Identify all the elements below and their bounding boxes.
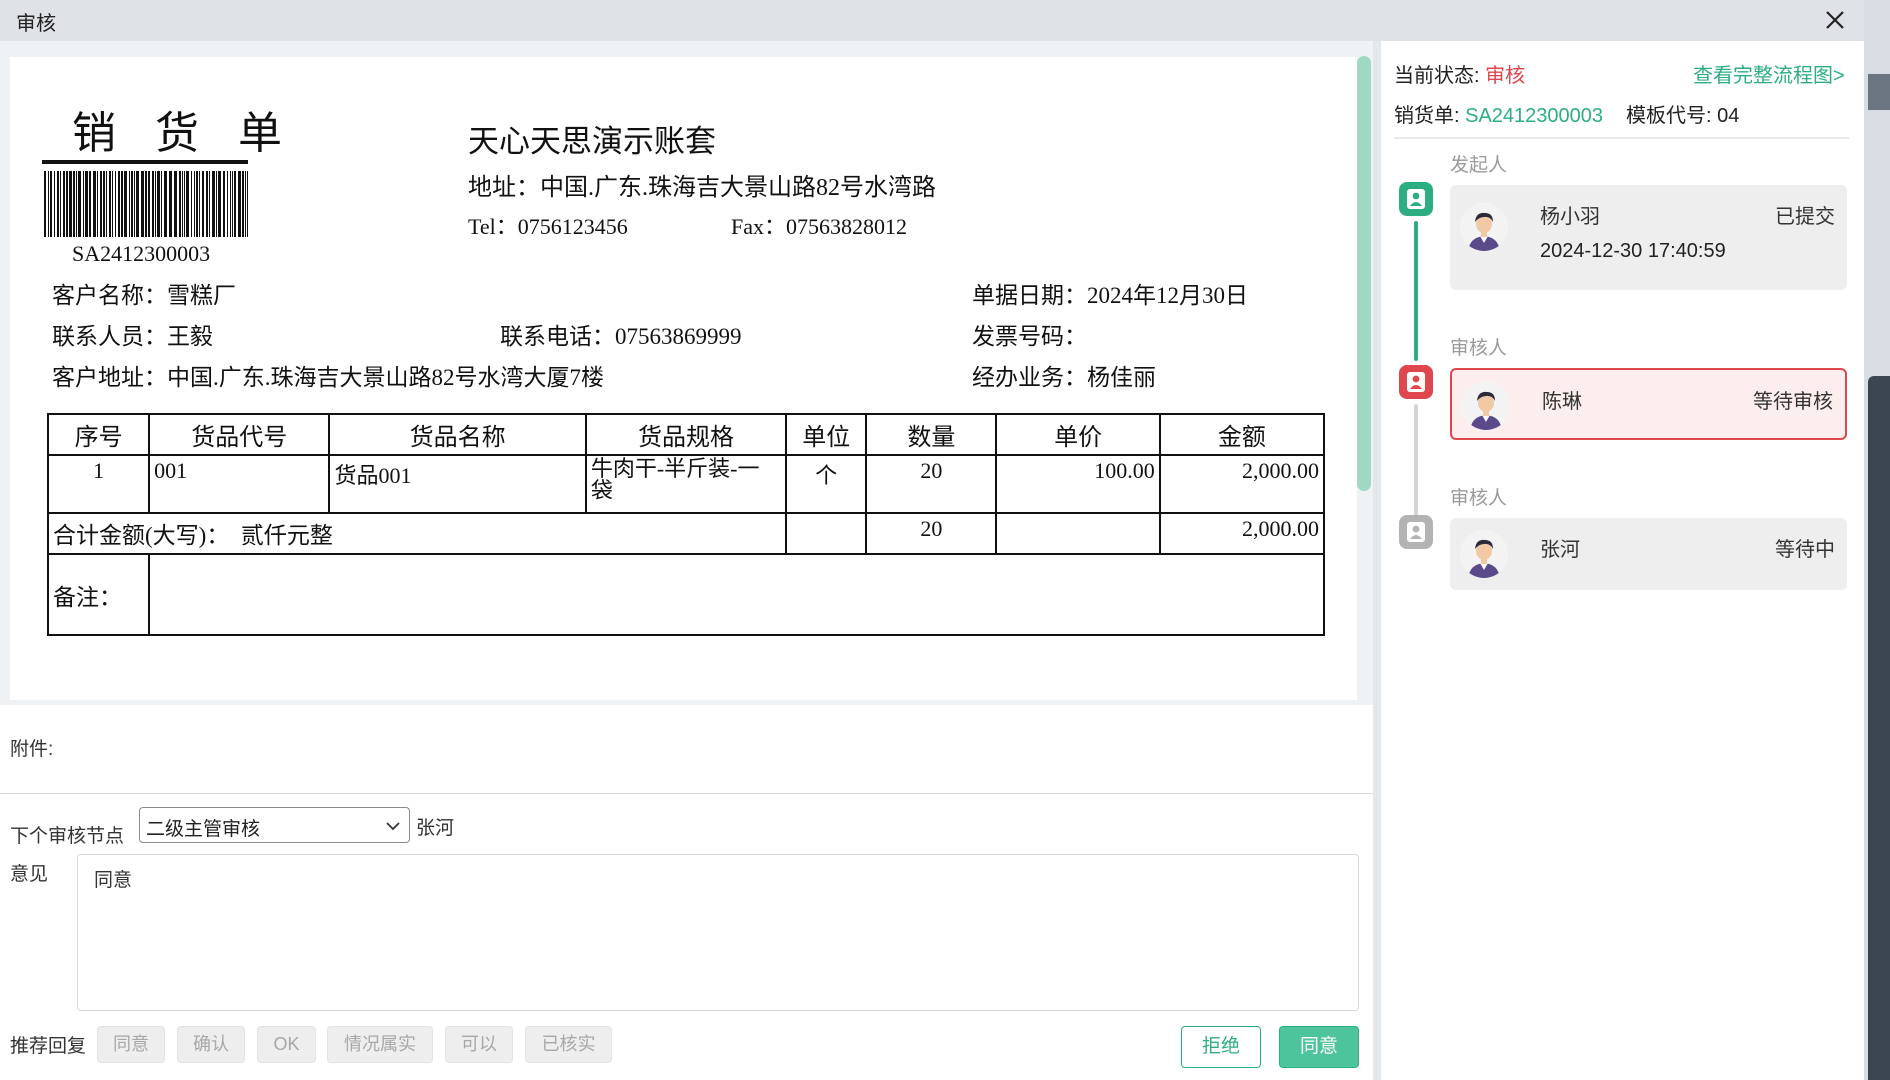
view-flowchart-link[interactable]: 查看完整流程图> <box>1693 59 1845 88</box>
bill-no-value: SA2412300003 <box>1465 105 1604 127</box>
step-state: 等待审核 <box>1753 391 1833 413</box>
step-role: 发起人 <box>1450 155 1508 176</box>
table-cell: 001 <box>148 454 331 514</box>
attachments-label: 附件: <box>10 739 54 760</box>
table-cell: 牛肉干-半斤装-一袋 <box>584 454 788 514</box>
step-person: 陈琳 <box>1542 391 1582 413</box>
avatar <box>1460 530 1508 578</box>
column-header: 金额 <box>1158 413 1326 456</box>
template-label: 模板代号: <box>1626 105 1712 127</box>
column-header: 序号 <box>46 413 151 456</box>
recommend-option[interactable]: 情况属实 <box>327 1026 433 1063</box>
column-header: 货品代号 <box>148 413 331 456</box>
table-cell: 1 <box>46 454 151 514</box>
window-title: 审核 <box>16 13 56 35</box>
panel-splitter[interactable] <box>1373 41 1381 1080</box>
total-amount: 2,000.00 <box>1158 512 1326 555</box>
company-address: 地址：中国.广东.珠海吉大景山路82号水湾路 <box>468 175 936 201</box>
customer-address: 客户地址：中国.广东.珠海吉大景山路82号水湾大厦7楼 <box>52 365 604 390</box>
workflow-panel: 当前状态: 审核 查看完整流程图> 销货单: SA2412300003 模板代号… <box>1381 41 1864 1080</box>
step-role: 审核人 <box>1450 488 1508 509</box>
table-total-row: 合计金额(大写)： 贰仟元整 20 2,000.00 <box>46 512 1326 555</box>
recommend-option[interactable]: 确认 <box>177 1026 245 1063</box>
chevron-down-icon <box>386 822 400 831</box>
avatar <box>1462 382 1510 430</box>
outer-scrollbar-thumb[interactable] <box>1868 376 1890 1080</box>
invoice-number: 发票号码： <box>972 324 1087 349</box>
status-value: 审核 <box>1485 65 1526 87</box>
column-header: 单位 <box>785 413 868 456</box>
next-node-assignee: 张河 <box>416 818 455 839</box>
recommend-option[interactable]: 可以 <box>445 1026 513 1063</box>
step-person: 杨小羽 <box>1540 206 1600 228</box>
reject-button[interactable]: 拒绝 <box>1181 1026 1261 1068</box>
company-fax: Fax：07563828012 <box>731 214 908 239</box>
bill-date: 单据日期：2024年12月30日 <box>972 283 1248 308</box>
step-time: 2024-12-30 17:40:59 <box>1540 240 1726 262</box>
step-card: 张河 等待中 <box>1450 518 1847 590</box>
close-icon[interactable] <box>1818 3 1852 37</box>
step-card: 陈琳 等待审核 <box>1450 368 1847 440</box>
contact-person: 联系人员：王毅 <box>52 324 213 349</box>
barcode-image <box>44 171 248 237</box>
table-row: 1 001 货品001 牛肉干-半斤装-一袋 个 20 100.00 2,000… <box>46 454 1326 514</box>
user-icon <box>1399 515 1433 549</box>
opinion-label: 意见 <box>10 864 49 885</box>
document-scrollbar[interactable] <box>1357 56 1371 491</box>
avatar <box>1460 203 1508 251</box>
sales-bill-paper: 销 货 单 SA2412300003 天心天思演示账套 地址：中国.广东.珠海吉… <box>10 57 1357 700</box>
next-node-selected: 二级主管审核 <box>146 819 261 840</box>
column-header: 单价 <box>995 413 1161 456</box>
outer-scrollbar[interactable] <box>1864 0 1890 1080</box>
table-cell: 20 <box>865 454 998 514</box>
bill-no-label: 销货单: <box>1394 105 1460 127</box>
customer-name: 客户名称：雪糕厂 <box>52 283 236 308</box>
step-card: 杨小羽 已提交 2024-12-30 17:40:59 <box>1450 185 1847 290</box>
total-label: 合计金额(大写)： 贰仟元整 <box>46 512 788 555</box>
recommend-option[interactable]: 同意 <box>97 1026 165 1063</box>
column-header: 货品规格 <box>584 413 788 456</box>
step-state: 已提交 <box>1775 206 1835 228</box>
table-cell: 2,000.00 <box>1158 454 1326 514</box>
status-label: 当前状态: <box>1394 65 1480 87</box>
next-node-label: 下个审核节点 <box>10 826 125 847</box>
remark-label: 备注： <box>46 553 151 636</box>
main-panel: 销 货 单 SA2412300003 天心天思演示账套 地址：中国.广东.珠海吉… <box>0 41 1373 1080</box>
recommend-option[interactable]: 已核实 <box>525 1026 612 1063</box>
template-value: 04 <box>1717 105 1740 127</box>
column-header: 货品名称 <box>328 413 587 456</box>
recommend-label: 推荐回复 <box>10 1036 87 1057</box>
company-name: 天心天思演示账套 <box>468 124 716 159</box>
contact-phone: 联系电话：07563869999 <box>500 324 742 349</box>
user-icon <box>1399 365 1433 399</box>
step-person: 张河 <box>1540 539 1580 561</box>
recommend-option[interactable]: OK <box>257 1026 316 1063</box>
table-cell: 货品001 <box>328 454 587 514</box>
total-quantity: 20 <box>865 512 998 555</box>
step-role: 审核人 <box>1450 338 1508 359</box>
company-tel: Tel：0756123456 <box>468 214 628 239</box>
agree-button[interactable]: 同意 <box>1279 1026 1359 1068</box>
remark-value <box>148 553 1325 636</box>
window-titlebar: 审核 <box>0 0 1864 41</box>
bill-title: 销 货 单 <box>72 109 296 158</box>
next-node-select[interactable]: 二级主管审核 <box>139 807 410 843</box>
barcode-number: SA2412300003 <box>72 241 211 266</box>
table-header-row: 序号 货品代号 货品名称 货品规格 单位 数量 单价 金额 <box>46 413 1326 456</box>
document-preview: 销 货 单 SA2412300003 天心天思演示账套 地址：中国.广东.珠海吉… <box>0 41 1373 705</box>
opinion-textarea[interactable] <box>77 854 1359 1011</box>
column-header: 数量 <box>865 413 998 456</box>
salesperson: 经办业务：杨佳丽 <box>972 365 1156 390</box>
bill-table: 序号 货品代号 货品名称 货品规格 单位 数量 单价 金额 1 001 货品00… <box>46 413 1326 636</box>
user-icon <box>1399 182 1433 216</box>
step-state: 等待中 <box>1775 539 1835 561</box>
table-cell: 100.00 <box>995 454 1161 514</box>
table-remark-row: 备注： <box>46 553 1325 636</box>
table-cell: 个 <box>785 454 868 514</box>
